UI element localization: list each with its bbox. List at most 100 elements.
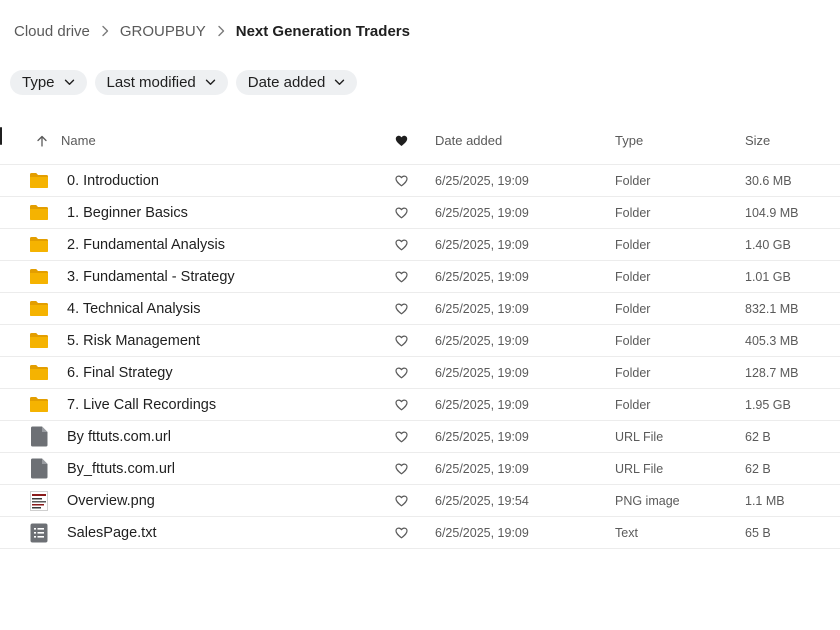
file-date-added: 6/25/2025, 19:09 xyxy=(435,525,529,540)
file-date-added: 6/25/2025, 19:09 xyxy=(435,461,529,476)
file-size: 62 B xyxy=(745,429,771,444)
favourite-heart-icon[interactable] xyxy=(392,389,410,420)
breadcrumb-current-folder: Next Generation Traders xyxy=(235,22,410,40)
file-type: URL File xyxy=(615,461,664,476)
file-date-added: 6/25/2025, 19:09 xyxy=(435,397,529,412)
file-type: Folder xyxy=(615,301,651,316)
table-row[interactable]: 6. Final Strategy 6/25/2025, 19:09 Folder 1… xyxy=(0,357,840,389)
file-date-added: 6/25/2025, 19:09 xyxy=(435,301,529,316)
column-header-name[interactable]: Name xyxy=(61,117,96,164)
column-header-date-added[interactable]: Date added xyxy=(435,117,502,164)
file-date-added: 6/25/2025, 19:54 xyxy=(435,493,529,508)
folder-icon xyxy=(29,357,49,388)
file-type: Folder xyxy=(615,397,651,412)
file-name[interactable]: 5. Risk Management xyxy=(67,325,200,356)
favourite-heart-icon[interactable] xyxy=(392,197,410,228)
file-type: Folder xyxy=(615,173,651,188)
column-header-size[interactable]: Size xyxy=(745,117,770,164)
file-type: URL File xyxy=(615,429,664,444)
file-size: 1.95 GB xyxy=(745,397,791,412)
filter-last-modified-dropdown[interactable]: Last modified xyxy=(94,70,228,95)
folder-icon xyxy=(29,389,49,420)
file-name[interactable]: Overview.png xyxy=(67,485,155,516)
file-name[interactable]: SalesPage.txt xyxy=(67,517,156,548)
generic-file-icon xyxy=(29,421,49,452)
file-size: 832.1 MB xyxy=(745,301,799,316)
folder-icon xyxy=(29,165,49,196)
file-type: Folder xyxy=(615,333,651,348)
column-header-type[interactable]: Type xyxy=(615,117,643,164)
file-name[interactable]: 3. Fundamental - Strategy xyxy=(67,261,235,292)
file-name[interactable]: 7. Live Call Recordings xyxy=(67,389,216,420)
favourite-heart-icon[interactable] xyxy=(392,325,410,356)
file-type: Folder xyxy=(615,237,651,252)
favourite-heart-icon[interactable] xyxy=(392,229,410,260)
favourite-heart-icon[interactable] xyxy=(392,357,410,388)
file-date-added: 6/25/2025, 19:09 xyxy=(435,269,529,284)
text-file-icon xyxy=(29,517,49,548)
folder-icon xyxy=(29,325,49,356)
image-thumbnail-icon xyxy=(29,485,49,516)
favourite-heart-icon[interactable] xyxy=(392,517,410,548)
favourite-heart-icon[interactable] xyxy=(392,485,410,516)
file-name[interactable]: By fttuts.com.url xyxy=(67,421,171,452)
table-row[interactable]: By_fttuts.com.url 6/25/2025, 19:09 URL Fil… xyxy=(0,453,840,485)
file-date-added: 6/25/2025, 19:09 xyxy=(435,365,529,380)
chevron-down-icon xyxy=(334,79,345,86)
chevron-down-icon xyxy=(205,79,216,86)
folder-icon xyxy=(29,293,49,324)
table-row[interactable]: 4. Technical Analysis 6/25/2025, 19:09 Fol… xyxy=(0,293,840,325)
file-date-added: 6/25/2025, 19:09 xyxy=(435,333,529,348)
table-row[interactable]: 1. Beginner Basics 6/25/2025, 19:09 Folder… xyxy=(0,197,840,229)
chevron-right-icon xyxy=(206,20,236,42)
file-type: Folder xyxy=(615,365,651,380)
sort-ascending-arrow-icon[interactable] xyxy=(33,117,51,164)
filter-type-dropdown[interactable]: Type xyxy=(10,70,87,95)
file-name[interactable]: 1. Beginner Basics xyxy=(67,197,188,228)
table-row[interactable]: 0. Introduction 6/25/2025, 19:09 Folder 30.… xyxy=(0,165,840,197)
table-row[interactable]: 3. Fundamental - Strategy 6/25/2025, 19:0… xyxy=(0,261,840,293)
favourite-heart-icon[interactable] xyxy=(392,165,410,196)
table-row[interactable]: 7. Live Call Recordings 6/25/2025, 19:09 F… xyxy=(0,389,840,421)
file-size: 1.1 MB xyxy=(745,493,785,508)
file-size: 104.9 MB xyxy=(745,205,799,220)
table-header: Name Date added Type Size xyxy=(0,117,840,165)
file-size: 1.40 GB xyxy=(745,237,791,252)
file-name[interactable]: By_fttuts.com.url xyxy=(67,453,175,484)
filter-label: Last modified xyxy=(106,74,196,91)
file-size: 30.6 MB xyxy=(745,173,792,188)
file-type: Folder xyxy=(615,205,651,220)
file-date-added: 6/25/2025, 19:09 xyxy=(435,173,529,188)
filter-label: Date added xyxy=(247,74,326,91)
table-row[interactable]: By fttuts.com.url 6/25/2025, 19:09 URL Fil… xyxy=(0,421,840,453)
breadcrumb-groupbuy[interactable]: GROUPBUY xyxy=(120,23,206,40)
folder-icon xyxy=(29,197,49,228)
file-type: Folder xyxy=(615,269,651,284)
favourite-heart-icon[interactable] xyxy=(392,261,410,292)
table-row[interactable]: Overview.png 6/25/2025, 19:54 PNG image 1.1… xyxy=(0,485,840,517)
favourite-heart-icon[interactable] xyxy=(392,453,410,484)
file-size: 62 B xyxy=(745,461,771,476)
breadcrumb-cloud-drive[interactable]: Cloud drive xyxy=(14,23,90,40)
filter-date-added-dropdown[interactable]: Date added xyxy=(235,70,358,95)
file-date-added: 6/25/2025, 19:09 xyxy=(435,429,529,444)
folder-icon xyxy=(29,229,49,260)
table-row[interactable]: 5. Risk Management 6/25/2025, 19:09 Folder… xyxy=(0,325,840,357)
table-row[interactable]: SalesPage.txt 6/25/2025, 19:09 Text 65 B xyxy=(0,517,840,549)
file-size: 1.01 GB xyxy=(745,269,791,284)
file-name[interactable]: 6. Final Strategy xyxy=(67,357,173,388)
file-name[interactable]: 2. Fundamental Analysis xyxy=(67,229,225,260)
file-name[interactable]: 0. Introduction xyxy=(67,165,159,196)
file-size: 405.3 MB xyxy=(745,333,799,348)
file-type: PNG image xyxy=(615,493,680,508)
filter-bar: Type Last modified Date added xyxy=(10,70,358,95)
favourite-heart-icon[interactable] xyxy=(392,421,410,452)
file-size: 128.7 MB xyxy=(745,365,799,380)
table-row[interactable]: 2. Fundamental Analysis 6/25/2025, 19:09 F… xyxy=(0,229,840,261)
file-name[interactable]: 4. Technical Analysis xyxy=(67,293,201,324)
favourite-heart-icon[interactable] xyxy=(392,117,410,164)
file-table: Name Date added Type Size 0. Introductio… xyxy=(0,117,840,549)
favourite-heart-icon[interactable] xyxy=(392,293,410,324)
chevron-right-icon xyxy=(90,20,120,42)
filter-label: Type xyxy=(22,74,55,91)
